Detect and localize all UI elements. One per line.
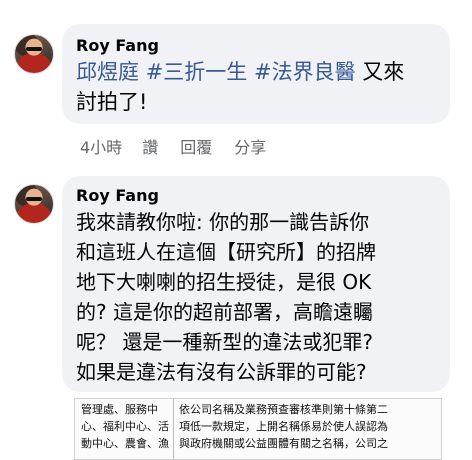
attachment-text-line: 與政府機關或公益團體有關之名稱，公司之 — [179, 437, 388, 450]
avatar[interactable] — [14, 184, 54, 224]
avatar[interactable] — [14, 34, 54, 74]
reply-button[interactable]: 回覆 — [180, 134, 212, 158]
attachment-text-line: 依公司名稱及業務預查審核準則第十條第二 — [179, 403, 388, 416]
hashtag-link[interactable]: 邱煜庭 — [76, 60, 139, 84]
attachment-text-line: 項低一款規定，上開名稱係易於使人誤認為 — [179, 420, 388, 433]
comment-text-line: 地下大喇喇的招生授徒，是很 OK — [76, 270, 372, 294]
attachment-left-column: 管理處、服務中 心、福利中心、活 動中心、農會、漁 — [81, 401, 169, 452]
attachment-text-line: 管理處、服務中 — [81, 403, 158, 416]
comment-text-line: 的? 這是你的超前部署，高瞻遠矚 — [76, 300, 373, 324]
attachment-right-column: 依公司名稱及業務預查審核準則第十條第二 項低一款規定，上開名稱係易於使人誤認為 … — [179, 401, 437, 452]
like-button[interactable]: 讚 — [142, 134, 158, 158]
comment-author[interactable]: Roy Fang — [76, 186, 436, 205]
comment-text-line: 如果是違法有沒有公訴罪的可能? — [76, 360, 367, 384]
comment-text-line: 和這班人在這個【研究所】的招牌 — [76, 240, 376, 264]
comment-bubble: Roy Fang 我來請教你啦: 你的那一識告訴你 和這班人在這個【研究所】的招… — [62, 176, 450, 392]
share-button[interactable]: 分享 — [234, 134, 266, 158]
attachment-text-line: 心、福利中心、活 — [81, 420, 169, 433]
attachment-text-line: 動中心、農會、漁 — [81, 437, 169, 450]
comment-text: 我來請教你啦: 你的那一識告訴你 和這班人在這個【研究所】的招牌 地下大喇喇的招… — [76, 207, 436, 387]
comment-text-tail: 又來 — [362, 60, 405, 84]
hashtag-link[interactable]: #法界良醫 — [254, 60, 356, 84]
comment-text-line: 呢？ 還是一種新型的違法或犯罪? — [76, 330, 373, 354]
comment-actions: 4小時 讚 回覆 分享 — [80, 134, 266, 158]
comment-text-line: 討拍了! — [76, 90, 148, 114]
comment-time[interactable]: 4小時 — [80, 134, 122, 158]
comment-text: 邱煜庭 #三折一生 #法界良醫 又來 討拍了! — [76, 57, 436, 117]
attachment-divider — [173, 399, 174, 459]
comment-bubble: Roy Fang 邱煜庭 #三折一生 #法界良醫 又來 討拍了! — [62, 24, 450, 124]
comment-text-line: 我來請教你啦: 你的那一識告訴你 — [76, 210, 370, 234]
comment-attachment-image[interactable]: 管理處、服務中 心、福利中心、活 動中心、農會、漁 依公司名稱及業務預查審核準則… — [74, 398, 442, 460]
hashtag-link[interactable]: #三折一生 — [146, 60, 248, 84]
comment-author[interactable]: Roy Fang — [76, 36, 436, 55]
